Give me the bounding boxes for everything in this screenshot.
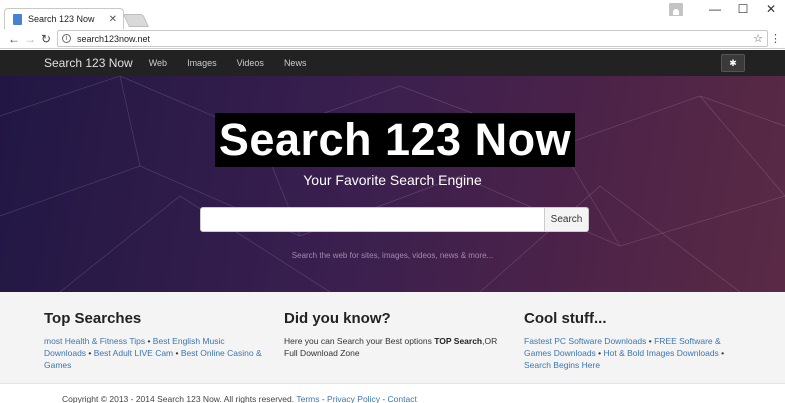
cool-stuff-link[interactable]: Hot & Bold Images Downloads: [604, 348, 719, 358]
browser-tabstrip: Search 123 Now ✕ — ☐ ✕: [0, 0, 785, 29]
cool-stuff-column: Cool stuff... Fastest PC Software Downlo…: [524, 310, 749, 371]
did-you-know-column: Did you know? Here you can Search your B…: [284, 310, 509, 359]
back-icon[interactable]: ←: [6, 32, 22, 46]
nav-link-news[interactable]: News: [284, 58, 307, 68]
window-controls: — ☐ ✕: [669, 0, 785, 18]
minimize-button[interactable]: —: [701, 2, 729, 16]
cool-stuff-link[interactable]: Search Begins Here: [524, 360, 600, 370]
footer-link-privacy[interactable]: Privacy Policy: [327, 394, 380, 403]
nav-link-videos[interactable]: Videos: [237, 58, 264, 68]
site-navbar: Search 123 Now Web Images Videos News ✱: [0, 50, 785, 76]
star-icon[interactable]: ☆: [753, 32, 763, 45]
site-brand[interactable]: Search 123 Now: [44, 56, 133, 70]
hero-title: Search 123 Now: [215, 113, 575, 167]
top-search-link[interactable]: most Health & Fitness Tips: [44, 336, 145, 346]
did-you-know-bold: TOP Search: [434, 336, 483, 346]
forward-icon[interactable]: →: [22, 32, 38, 46]
cool-stuff-link[interactable]: Fastest PC Software Downloads: [524, 336, 646, 346]
top-searches-column: Top Searches most Health & Fitness Tips …: [44, 310, 269, 371]
maximize-button[interactable]: ☐: [729, 2, 757, 16]
cool-stuff-heading: Cool stuff...: [524, 310, 607, 327]
hero-section: Search 123 Now Your Favorite Search Engi…: [0, 76, 785, 292]
search-input[interactable]: [200, 207, 545, 232]
new-tab-button[interactable]: [122, 14, 150, 27]
search-button[interactable]: Search: [545, 207, 589, 232]
did-you-know-text: Here you can Search your Best options: [284, 336, 435, 346]
profile-icon[interactable]: [669, 2, 683, 16]
address-bar[interactable]: i search123now.net ☆: [57, 30, 768, 47]
browser-toolbar: ← → ↻ i search123now.net ☆ ⋮: [0, 29, 785, 49]
copyright-text: Copyright © 2013 - 2014 Search 123 Now. …: [62, 394, 295, 403]
hero-subtitle: Your Favorite Search Engine: [303, 172, 482, 188]
nav-link-web[interactable]: Web: [149, 58, 167, 68]
info-icon[interactable]: i: [62, 34, 71, 43]
info-columns: Top Searches most Health & Fitness Tips …: [0, 292, 785, 383]
site-footer: Copyright © 2013 - 2014 Search 123 Now. …: [0, 383, 785, 403]
tab-title: Search 123 Now: [28, 14, 95, 24]
settings-button[interactable]: ✱: [721, 54, 745, 72]
url-text[interactable]: search123now.net: [77, 34, 753, 44]
close-window-button[interactable]: ✕: [757, 2, 785, 16]
nav-link-images[interactable]: Images: [187, 58, 217, 68]
search-form: Search: [200, 207, 589, 232]
page-favicon-icon: [13, 13, 22, 25]
gear-icon: ✱: [729, 57, 737, 68]
footer-link-terms[interactable]: Terms: [296, 394, 319, 403]
search-hint: Search the web for sites, images, videos…: [291, 251, 494, 260]
did-you-know-heading: Did you know?: [284, 310, 391, 327]
top-search-link[interactable]: Best Adult LIVE Cam: [94, 348, 173, 358]
menu-icon[interactable]: ⋮: [770, 32, 781, 45]
tab-close-icon[interactable]: ✕: [109, 14, 117, 25]
reload-icon[interactable]: ↻: [38, 32, 54, 46]
footer-link-contact[interactable]: Contact: [388, 394, 417, 403]
browser-tab-active[interactable]: Search 123 Now ✕: [4, 8, 124, 29]
top-searches-heading: Top Searches: [44, 310, 142, 327]
